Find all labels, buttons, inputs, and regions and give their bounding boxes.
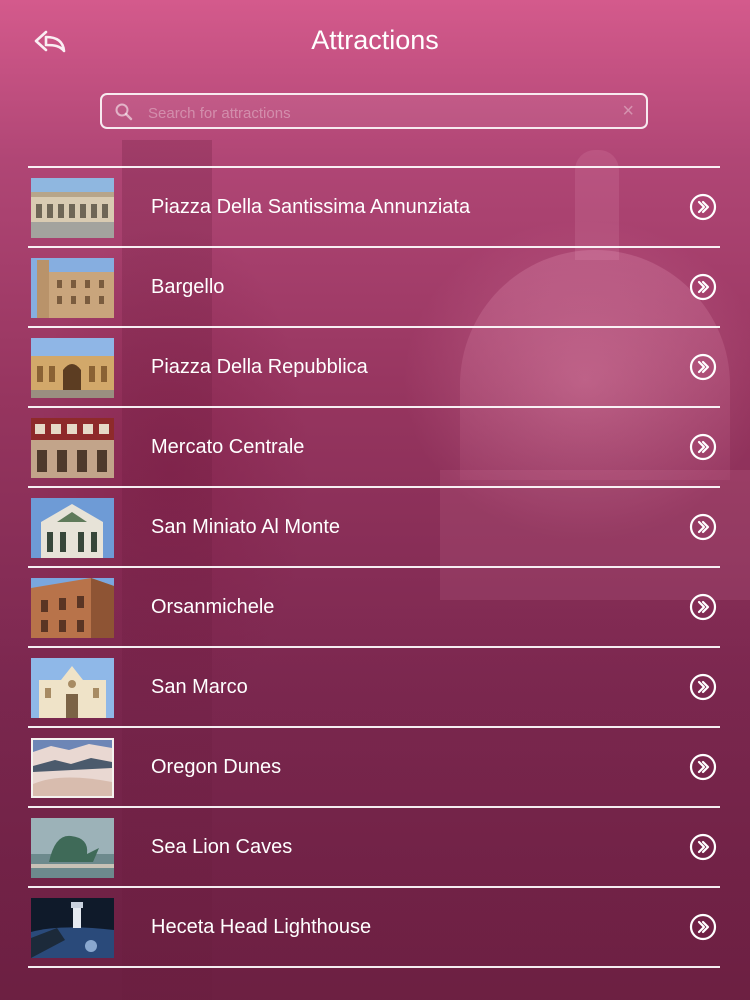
chevron-double-right-icon[interactable] (689, 193, 717, 221)
attraction-name: Heceta Head Lighthouse (151, 916, 372, 938)
page-title: Attractions (311, 25, 439, 55)
attractions-screen: Attractions × Piazza Della Santissima An… (0, 0, 750, 1000)
list-item[interactable]: Sea Lion Caves (28, 808, 720, 888)
chevron-double-right-icon[interactable] (689, 513, 717, 541)
attraction-name: Mercato Centrale (151, 436, 305, 458)
search-input[interactable] (146, 99, 620, 127)
chevron-double-right-icon[interactable] (689, 753, 717, 781)
list-item[interactable]: Piazza Della Repubblica (28, 328, 720, 408)
attraction-thumbnail (31, 498, 114, 558)
list-item[interactable]: San Miniato Al Monte (28, 488, 720, 568)
attraction-name: Sea Lion Caves (151, 836, 293, 858)
attraction-thumbnail (31, 658, 114, 718)
list-item[interactable]: San Marco (28, 648, 720, 728)
attraction-name: Bargello (151, 276, 225, 298)
attraction-name: Piazza Della Santissima Annunziata (151, 196, 471, 218)
attractions-list: Piazza Della Santissima Annunziata Barge… (28, 166, 720, 968)
list-item[interactable]: Piazza Della Santissima Annunziata (28, 168, 720, 248)
chevron-double-right-icon[interactable] (689, 433, 717, 461)
attraction-name: Piazza Della Repubblica (151, 356, 368, 378)
header-bar: Attractions (0, 0, 750, 84)
attraction-thumbnail (31, 418, 114, 478)
clear-search-icon[interactable]: × (622, 100, 634, 122)
attraction-thumbnail (31, 178, 114, 238)
list-item[interactable]: Mercato Centrale (28, 408, 720, 488)
attraction-thumbnail (31, 818, 114, 878)
attraction-thumbnail (31, 258, 114, 318)
attraction-name: Oregon Dunes (151, 756, 282, 778)
attraction-thumbnail (31, 578, 114, 638)
chevron-double-right-icon[interactable] (689, 673, 717, 701)
chevron-double-right-icon[interactable] (689, 593, 717, 621)
attraction-name: San Marco (151, 676, 248, 698)
attraction-name: San Miniato Al Monte (151, 516, 340, 538)
list-item[interactable]: Heceta Head Lighthouse (28, 888, 720, 968)
chevron-double-right-icon[interactable] (689, 273, 717, 301)
search-icon (115, 103, 133, 121)
attraction-thumbnail (31, 898, 114, 958)
list-item[interactable]: Bargello (28, 248, 720, 328)
chevron-double-right-icon[interactable] (689, 913, 717, 941)
attraction-thumbnail (31, 338, 114, 398)
attraction-thumbnail (31, 738, 114, 798)
search-bar[interactable]: × (100, 93, 648, 129)
list-item[interactable]: Orsanmichele (28, 568, 720, 648)
chevron-double-right-icon[interactable] (689, 833, 717, 861)
attraction-name: Orsanmichele (151, 596, 275, 618)
list-item[interactable]: Oregon Dunes (28, 728, 720, 808)
chevron-double-right-icon[interactable] (689, 353, 717, 381)
